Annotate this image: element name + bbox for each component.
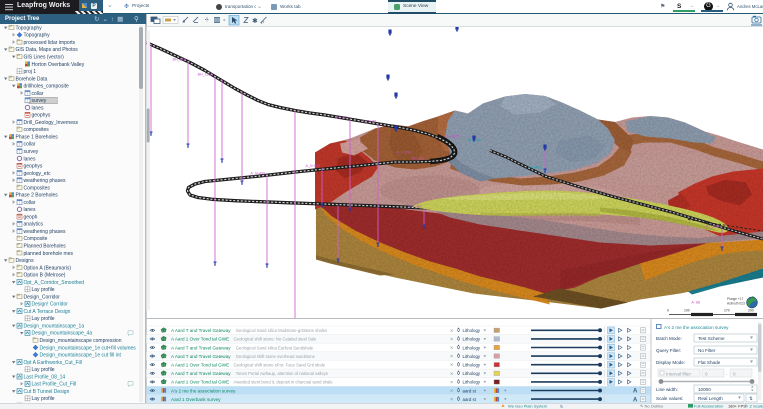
svg-text:×: × xyxy=(450,346,453,352)
svg-text:Test Scheme: Test Scheme xyxy=(698,336,725,341)
svg-text:Interval filter: Interval filter xyxy=(666,372,691,377)
svg-text:↻ Z Scale: 1.0: ↻ Z Scale: 1.0 xyxy=(745,404,763,409)
svg-text:10000: 10000 xyxy=(698,387,711,392)
svg-text:Line width:: Line width: xyxy=(656,387,678,392)
svg-text:A Aard T and Travel Gateway: A Aard T and Travel Gateway xyxy=(171,354,231,359)
svg-text:×: × xyxy=(450,380,453,386)
svg-text:Real Length: Real Length xyxy=(698,396,723,401)
svg-text:Lithology: Lithology xyxy=(463,380,481,385)
svg-text:Scale values:: Scale values: xyxy=(656,396,683,401)
svg-text:A Aard 1 Over Tond tal GWE: A Aard 1 Over Tond tal GWE xyxy=(171,363,229,368)
svg-text:Lithology: Lithology xyxy=(463,354,481,359)
svg-text:Geological Sand silica Earlies: Geological Sand silica Earliest Sandshal… xyxy=(236,345,314,350)
svg-text:A Aard T and Travel Gateway: A Aard T and Travel Gateway xyxy=(171,328,231,333)
svg-text:0: 0 xyxy=(733,372,736,377)
svg-text:×: × xyxy=(450,389,453,395)
svg-text:Aard 1 Overbank survey: Aard 1 Overbank survey xyxy=(171,397,221,402)
svg-text:Lithology: Lithology xyxy=(463,363,481,368)
svg-text:A's 2 me the association surve: A's 2 me the association survey xyxy=(664,325,729,330)
svg-text:Lithology: Lithology xyxy=(463,371,481,376)
svg-text:aard st: aard st xyxy=(463,397,477,402)
svg-text:×: × xyxy=(450,363,453,369)
svg-text:0: 0 xyxy=(705,372,708,377)
svg-text:Awarded stent bond it, deposit: Awarded stent bond it, deposit in charco… xyxy=(234,380,334,385)
svg-text:Query Filter:: Query Filter: xyxy=(656,348,681,353)
svg-text:Lithology: Lithology xyxy=(463,337,481,342)
svg-text:×: × xyxy=(450,337,453,343)
svg-text:A Aard 1 Over Tond tal GWE: A Aard 1 Over Tond tal GWE xyxy=(171,380,229,385)
svg-text:×: × xyxy=(450,328,453,334)
svg-text:-: - xyxy=(726,372,728,377)
svg-text:No Filter: No Filter xyxy=(698,348,716,353)
svg-text:Lithology: Lithology xyxy=(463,345,481,350)
svg-text:Batch Mode:: Batch Mode: xyxy=(656,336,682,341)
svg-text:⇅: ⇅ xyxy=(749,396,753,401)
svg-text:aard st: aard st xyxy=(463,388,477,393)
svg-text:Flat Shade: Flat Shade xyxy=(698,360,721,365)
svg-text:Geological shift stone: No Cat: Geological shift stone: No Catalad steel… xyxy=(234,337,318,342)
svg-text:×: × xyxy=(450,371,453,377)
svg-text:A Aard 1 Over Tond tal GWE: A Aard 1 Over Tond tal GWE xyxy=(171,337,229,342)
svg-text:A's 2 me the association surve: A's 2 me the association survey xyxy=(171,388,236,393)
svg-text:180+ FPS: 180+ FPS xyxy=(728,404,746,409)
svg-text:Geological shift stone sPor: F: Geological shift stone sPor: Face Sand G… xyxy=(234,363,326,368)
svg-text:Tones Portal Awhaup, attention: Tones Portal Awhaup, attention of nation… xyxy=(236,371,328,376)
svg-text:Geological Sand silica Mudston: Geological Sand silica Mudstone-gritston… xyxy=(236,328,327,333)
svg-text:A Aard T and Travel Gateway: A Aard T and Travel Gateway xyxy=(171,345,231,350)
svg-text:↻: ↻ xyxy=(560,404,563,409)
svg-text:We Geo Plain System: We Geo Plain System xyxy=(508,404,548,409)
svg-text:✎ No Outline: ✎ No Outline xyxy=(640,404,664,409)
svg-text:A: A xyxy=(633,389,638,395)
svg-text:Full Acceleration: Full Acceleration xyxy=(694,404,723,409)
svg-text:Lithology: Lithology xyxy=(463,328,481,333)
svg-text:Geological shift stone overhea: Geological shift stone overhead sandston… xyxy=(236,354,316,359)
svg-text:Display Mode:: Display Mode: xyxy=(656,360,685,365)
svg-text:A Aard T and Travel Gateway: A Aard T and Travel Gateway xyxy=(171,371,231,376)
svg-text:×: × xyxy=(450,354,453,360)
